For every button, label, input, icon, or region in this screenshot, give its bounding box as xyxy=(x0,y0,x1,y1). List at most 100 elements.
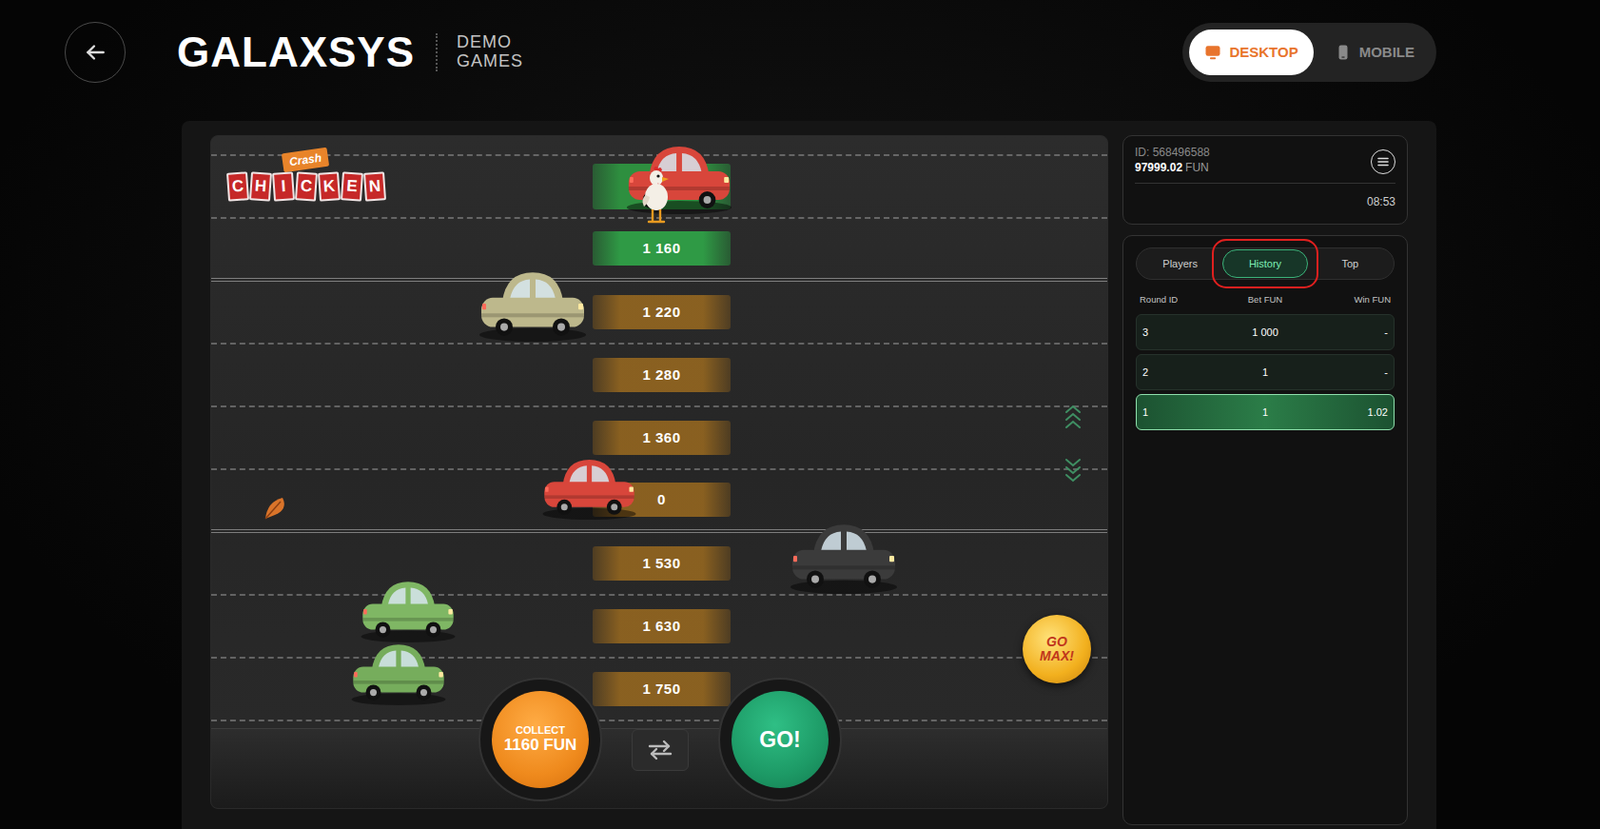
lane-multiplier: 1 220 xyxy=(642,301,681,324)
car-icon xyxy=(348,637,449,706)
lane-tile[interactable]: 1 160 xyxy=(592,231,731,266)
go-max-label: GO MAX! xyxy=(1032,634,1082,663)
clock: 08:53 xyxy=(1134,193,1396,211)
tab-highlight: History xyxy=(1222,249,1308,278)
header: GALAXSYS DEMOGAMES DESKTOP MOBILE xyxy=(0,0,1600,105)
leaf-icon xyxy=(263,495,291,521)
brand-logo: GALAXSYS xyxy=(176,31,415,74)
car-icon xyxy=(475,264,590,343)
swap-arrows-icon xyxy=(645,738,675,761)
round-id: 2 xyxy=(1142,364,1225,381)
lane-divider xyxy=(211,136,1108,157)
panel-tabs: PlayersHistoryTop xyxy=(1135,247,1395,280)
road-lane: 1 530 xyxy=(211,532,1108,596)
round-id: 3 xyxy=(1142,324,1225,341)
column-header: Win FUN xyxy=(1307,292,1391,307)
tab-highlight: Top xyxy=(1307,249,1393,278)
panel-tab[interactable]: History xyxy=(1222,249,1308,278)
road-lane: 1 160 xyxy=(211,218,1108,282)
brand-subtitle: DEMOGAMES xyxy=(456,33,524,72)
road-lane: 1 220 xyxy=(211,281,1108,345)
scroll-up-icon[interactable] xyxy=(1063,402,1083,431)
history-row[interactable]: 111.02 xyxy=(1135,393,1395,430)
phone-icon xyxy=(1334,43,1352,61)
logo-tag: Crash xyxy=(281,147,330,173)
chicken-icon xyxy=(638,164,675,226)
device-tab[interactable]: MOBILE xyxy=(1319,29,1430,76)
column-header: Round ID xyxy=(1139,292,1224,307)
history-card: PlayersHistoryTop Round IDBet FUNWin FUN 3… xyxy=(1122,234,1408,825)
collect-housing: COLLECT1160 FUN xyxy=(478,677,603,801)
game-area[interactable]: 1 160 1 220 1 280 1 360 0 1 530 1 630 1 750 Cras… xyxy=(210,135,1109,809)
account-top: ID: 56849658897999.02FUN xyxy=(1134,145,1396,176)
device-tab-label: MOBILE xyxy=(1359,41,1415,64)
device-toggle: DESKTOP MOBILE xyxy=(1182,22,1437,82)
panel-tab[interactable]: Players xyxy=(1137,249,1223,278)
win-amount: 1.02 xyxy=(1306,404,1388,421)
history-header: Round IDBet FUNWin FUN xyxy=(1139,292,1391,307)
monitor-icon xyxy=(1204,43,1222,61)
lane-tile[interactable]: 1 630 xyxy=(592,608,731,644)
account-divider xyxy=(1134,182,1396,184)
scroll-down-icon[interactable] xyxy=(1063,455,1083,485)
logo-tag-row: Crash xyxy=(227,147,386,173)
back-button[interactable] xyxy=(64,21,126,83)
road: 1 160 1 220 1 280 1 360 0 1 530 1 630 1 750 xyxy=(211,136,1108,728)
lane-multiplier: 1 530 xyxy=(642,552,681,575)
lane-multiplier: 1 360 xyxy=(642,427,681,449)
device-tab[interactable]: DESKTOP xyxy=(1189,29,1313,76)
lane-tile[interactable]: 1 530 xyxy=(592,546,731,581)
bet-amount: 1 xyxy=(1224,404,1307,421)
road-lane: 1 360 xyxy=(211,407,1108,470)
column-header: Bet FUN xyxy=(1223,292,1308,307)
lane-tile[interactable]: 1 750 xyxy=(592,671,731,706)
bet-amount: 1 xyxy=(1224,364,1307,381)
lane-multiplier: 0 xyxy=(657,488,666,511)
menu-button[interactable] xyxy=(1370,149,1396,175)
road-lane: 1 630 xyxy=(211,595,1108,659)
swap-button[interactable] xyxy=(631,728,689,771)
logo-divider xyxy=(435,33,438,72)
win-amount: - xyxy=(1306,324,1388,341)
device-tab-label: DESKTOP xyxy=(1229,41,1298,64)
history-row[interactable]: 21- xyxy=(1135,353,1395,391)
lane-multiplier: 1 630 xyxy=(642,615,681,638)
account-info: ID: 56849658897999.02FUN xyxy=(1134,145,1210,176)
go-max-button[interactable]: GO MAX! xyxy=(1022,614,1092,683)
account-card: ID: 56849658897999.02FUN 08:53 xyxy=(1122,135,1408,225)
logo-letter: E xyxy=(340,171,364,201)
account-balance-row: 97999.02FUN xyxy=(1134,160,1210,176)
bet-amount: 1 000 xyxy=(1224,324,1307,341)
go-housing: GO! xyxy=(718,677,842,801)
account-id: ID: 568496588 xyxy=(1134,145,1210,161)
round-id: 1 xyxy=(1142,404,1225,421)
main-frame: 1 160 1 220 1 280 1 360 0 1 530 1 630 1 750 Cras… xyxy=(181,120,1437,829)
car-icon xyxy=(539,452,640,521)
logo-letter: C xyxy=(294,171,318,201)
subtitle-line: DEMO xyxy=(456,33,524,53)
account-balance: 97999.02 xyxy=(1134,160,1183,175)
lane-tile[interactable]: 1 360 xyxy=(592,420,731,455)
go-button[interactable]: GO! xyxy=(731,690,829,788)
car-icon xyxy=(623,138,736,215)
road-lane: 0 xyxy=(211,469,1108,533)
subtitle-line: GAMES xyxy=(456,52,524,72)
arrow-left-icon xyxy=(82,39,108,65)
game-logo: CrashCHICKEN xyxy=(227,147,386,201)
lane-multiplier: 1 160 xyxy=(642,237,681,260)
collect-button[interactable]: COLLECT1160 FUN xyxy=(491,690,589,788)
logo-letter: C xyxy=(226,171,250,201)
collect-label: COLLECT xyxy=(515,723,566,736)
lane-multiplier: 1 750 xyxy=(642,678,681,701)
lane-tile[interactable]: 1 280 xyxy=(592,357,731,392)
page: GALAXSYS DEMOGAMES DESKTOP MOBILE 1 160 1 22… xyxy=(0,0,1600,829)
collect-amount: 1160 FUN xyxy=(504,735,578,755)
side-panel: ID: 56849658897999.02FUN 08:53 PlayersHist… xyxy=(1122,135,1408,825)
logo-letter: H xyxy=(249,171,273,201)
hamburger-icon xyxy=(1377,156,1389,168)
lane-tile[interactable]: 1 220 xyxy=(592,294,731,330)
logo-letter: K xyxy=(317,171,341,201)
panel-tab[interactable]: Top xyxy=(1307,249,1393,278)
history-row[interactable]: 31 000- xyxy=(1135,313,1395,351)
win-amount: - xyxy=(1306,364,1388,381)
